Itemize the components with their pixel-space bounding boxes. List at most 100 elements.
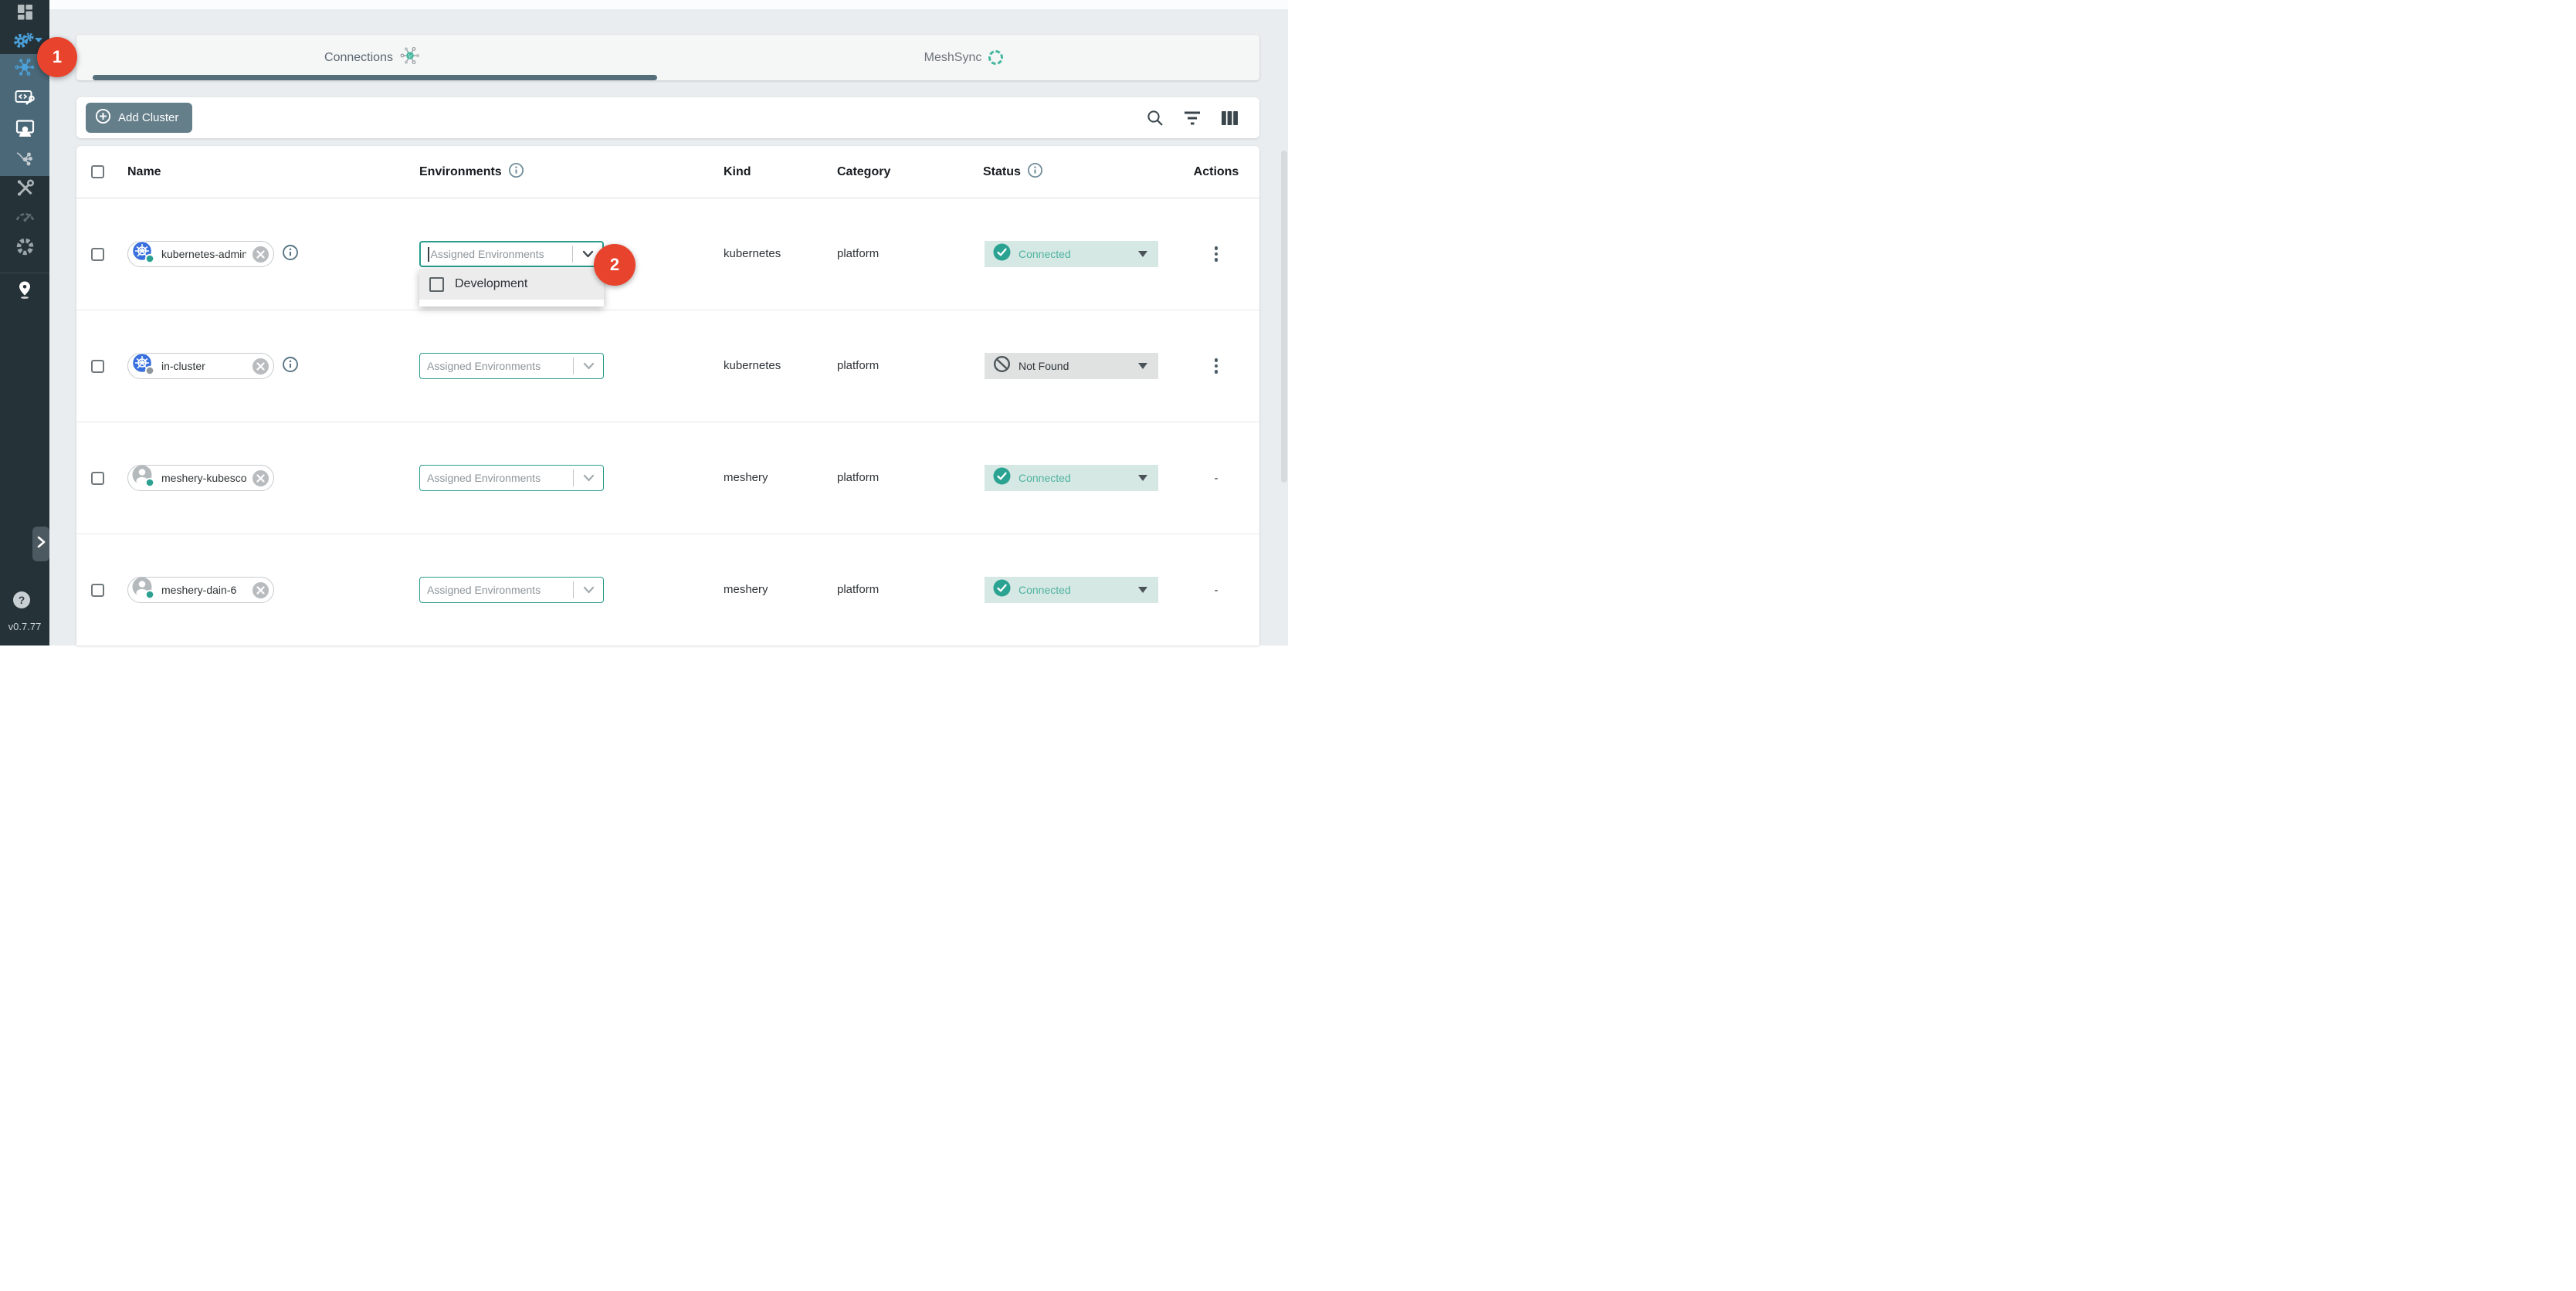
chevron-down-icon[interactable] [574,586,603,594]
help-button[interactable]: ? [13,591,30,608]
row-checkbox[interactable] [91,472,104,485]
status-badge[interactable]: Connected [985,577,1158,603]
environments-placeholder: Assigned Environments [427,472,541,484]
row-actions-empty: - [1215,472,1219,485]
environments-select[interactable]: Assigned Environments [419,465,604,491]
environments-select[interactable]: Assigned Environments [419,577,604,603]
status-badge[interactable]: Not Found [985,353,1158,379]
column-header-category: Category [837,165,890,178]
option-checkbox[interactable] [429,277,444,292]
sidebar-item-dashboard[interactable] [0,0,49,28]
close-icon[interactable] [253,582,269,598]
chevron-down-icon[interactable] [574,474,603,482]
search-icon[interactable] [1145,108,1165,128]
status-label: Not Found [1019,360,1069,372]
app-version: v0.7.77 [0,621,49,632]
active-tab-indicator [93,75,657,80]
row-checkbox[interactable] [91,584,104,597]
chevron-down-icon[interactable] [574,362,603,370]
mesh-ring-icon [15,237,35,260]
kind-cell: meshery [724,583,768,596]
top-strip [49,0,1288,9]
kubernetes-icon [131,240,155,268]
sidebar-item-pipelines[interactable] [0,146,49,177]
status-badge[interactable]: Connected [985,241,1158,267]
table-row: kubernetes-admin... Assigned Environment… [76,198,1259,310]
table-row: in-cluster Assigned Environments [76,310,1259,422]
select-all-checkbox[interactable] [91,165,104,178]
column-header-name: Name [127,165,161,179]
avatar-icon [131,576,155,604]
environments-select[interactable]: Assigned Environments [419,353,604,379]
close-icon[interactable] [253,358,269,374]
connection-chip[interactable]: meshery-dain-6 [127,577,274,603]
filter-icon[interactable] [1182,108,1202,128]
toolbar-icons [1145,108,1239,128]
connections-table: Name Environments Kind Category Status A… [76,146,1259,646]
sidebar-item-extensions[interactable] [0,235,49,263]
sidebar-item-toolbox[interactable] [0,176,49,204]
status-label: Connected [1019,584,1071,596]
category-cell: platform [837,471,879,484]
sidebar-item-environment[interactable] [0,278,49,306]
check-circle-icon [993,467,1011,489]
location-pin-icon [15,280,34,303]
meshery-app: ? v0.7.77 Connections [0,0,1288,646]
chevron-right-icon [37,536,46,552]
column-header-environments: Environments [419,165,502,179]
sidebar-item-adapters[interactable] [0,85,49,116]
connection-chip[interactable]: kubernetes-admin... [127,241,274,267]
close-icon[interactable] [253,246,269,263]
column-header-status: Status [983,165,1021,179]
text-cursor [428,247,429,262]
status-label: Connected [1019,248,1071,260]
environments-placeholder: Assigned Environments [427,360,541,372]
connections-mesh-icon [15,57,35,81]
close-icon[interactable] [253,470,269,486]
screen-user-icon [15,119,35,141]
row-actions-menu-icon[interactable] [1212,243,1222,265]
caret-down-icon [1138,363,1147,369]
tab-connections-label: Connections [324,51,393,65]
row-actions-menu-icon[interactable] [1212,355,1222,377]
connection-info-icon[interactable] [282,244,299,265]
environments-info-icon[interactable] [508,162,524,182]
add-cluster-button[interactable]: Add Cluster [86,103,192,133]
tabs-bar: Connections Mes [76,35,1259,80]
tab-connections[interactable]: Connections [76,35,668,80]
sidebar: ? v0.7.77 [0,0,49,646]
annotation-step-2: 2 [594,244,636,286]
connection-name: meshery-kubescop... [161,472,246,484]
toolbox-icon [15,178,35,202]
status-label: Connected [1019,472,1071,484]
environments-select[interactable]: Assigned Environments [419,241,604,267]
vertical-scrollbar[interactable] [1281,151,1287,483]
status-badge[interactable]: Connected [985,465,1158,491]
check-circle-icon [993,579,1011,601]
row-checkbox[interactable] [91,360,104,373]
dropdown-footer [419,300,604,307]
pipeline-graph-icon [15,150,34,172]
kind-cell: kubernetes [724,247,781,260]
sidebar-item-mesherycloud[interactable] [0,115,49,146]
chevron-down-icon [35,38,42,42]
connection-name: kubernetes-admin... [161,248,246,260]
tab-meshsync[interactable]: MeshSync [668,35,1259,80]
connection-info-icon[interactable] [282,356,299,377]
environment-option-development[interactable]: Development [419,269,604,300]
sidebar-lifecycle-submenu [0,54,49,176]
add-cluster-label: Add Cluster [118,111,178,124]
connection-chip[interactable]: meshery-kubescop... [127,465,274,491]
category-cell: platform [837,583,879,596]
sidebar-expand-button[interactable] [32,527,49,561]
connection-chip[interactable]: in-cluster [127,353,274,379]
sidebar-item-performance[interactable] [0,203,49,231]
caret-down-icon [1138,251,1147,257]
table-row: meshery-dain-6 Assigned Environments [76,534,1259,646]
category-cell: platform [837,359,879,372]
status-info-icon[interactable] [1027,162,1043,182]
view-columns-icon[interactable] [1219,108,1239,128]
row-checkbox[interactable] [91,248,104,261]
table-row: meshery-kubescop... Assigned Environment… [76,422,1259,534]
environments-placeholder: Assigned Environments [427,584,541,596]
